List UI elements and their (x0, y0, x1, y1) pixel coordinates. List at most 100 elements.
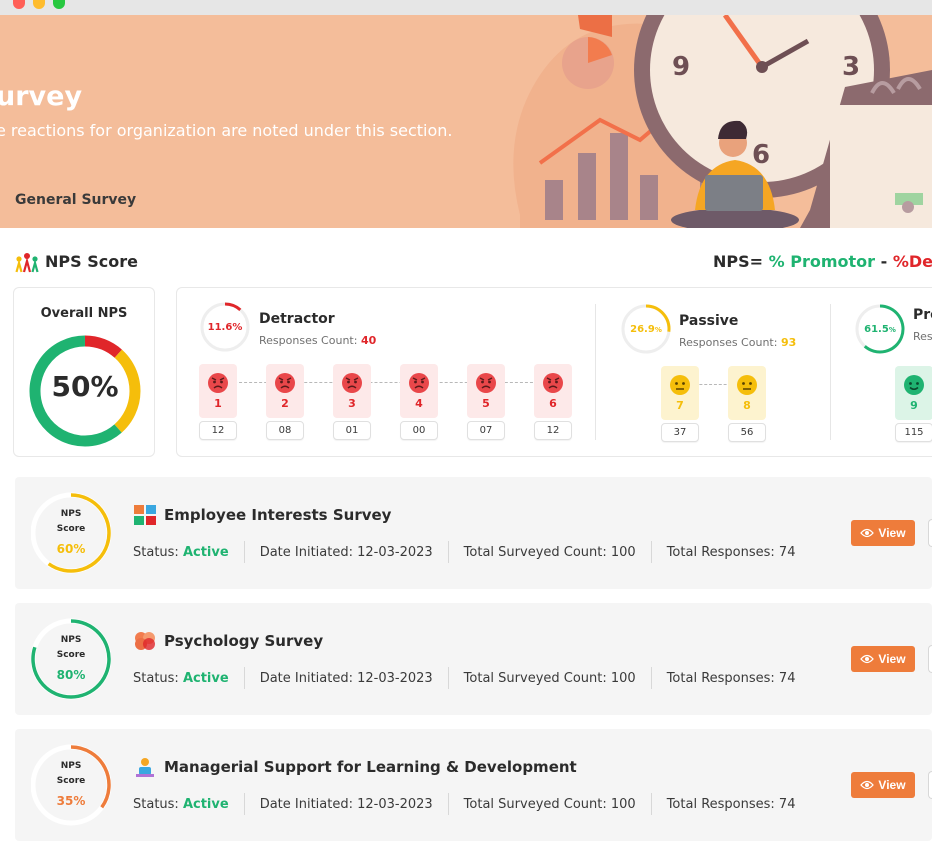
view-button-label: View (878, 652, 906, 666)
nps-label: NPS (60, 509, 82, 519)
overall-nps-label: Overall NPS (40, 306, 128, 321)
eye-icon (860, 528, 875, 538)
survey-card[interactable]: NPS Score 35% Managerial Support for Lea… (15, 729, 932, 841)
total-surveyed: Total Surveyed Count: 100 (463, 544, 636, 560)
formula-detractor: %Detra (892, 252, 932, 271)
view-button[interactable]: View (851, 772, 915, 798)
minimize-window-button[interactable] (33, 0, 45, 9)
divider (650, 541, 652, 563)
status-badge: Active (182, 670, 229, 686)
survey-score-value: 80% (56, 668, 86, 682)
survey-score-caption: NPS Score (31, 633, 111, 663)
banner-illustration: 9 3 6 (513, 15, 932, 228)
divider (243, 667, 245, 689)
score-6-count: 12 (534, 421, 572, 440)
divider (447, 541, 449, 563)
divider (243, 541, 245, 563)
neutral-face-icon (736, 374, 758, 396)
survey-score-caption: NPS Score (31, 759, 111, 789)
survey-score-value: 60% (56, 542, 86, 556)
total-surveyed: Total Surveyed Count: 100 (463, 796, 636, 812)
view-button[interactable]: View (851, 520, 915, 546)
status-badge: Active (182, 544, 229, 560)
score-4-label: 4 (415, 397, 423, 410)
formula-minus: - (880, 252, 888, 271)
clock-number-9: 9 (672, 52, 690, 82)
clock-number-3: 3 (842, 52, 860, 82)
view-button-label: View (878, 778, 906, 792)
passive-percent-value: 26.9 (630, 324, 655, 335)
more-options-button[interactable] (928, 771, 932, 799)
angry-face-icon (475, 372, 497, 394)
nps-score-title: NPS Score (45, 252, 138, 271)
overall-ring-detractor-arc (84, 335, 122, 358)
angry-face-icon (207, 372, 229, 394)
detractor-responses-count: Responses Count: 40 (259, 334, 376, 347)
score-label: Score (56, 650, 86, 660)
score-2-count: 08 (266, 421, 304, 440)
date-initiated: Date Initiated: 12-03-2023 (259, 544, 433, 560)
passive-title: Passive (679, 313, 739, 329)
brain-icon (135, 632, 155, 650)
passive-responses-count: Responses Count: 93 (679, 336, 796, 349)
overall-nps-card: Overall NPS 50% (13, 287, 155, 457)
total-responses: Total Responses: 74 (666, 670, 796, 686)
score-3-count: 01 (333, 421, 371, 440)
score-6-label: 6 (549, 397, 557, 410)
neutral-face-icon (669, 374, 691, 396)
score-1-label: 1 (214, 397, 222, 410)
breadcrumb[interactable]: General Survey (15, 192, 136, 208)
formula-equals: NPS= (713, 252, 764, 271)
survey-score-caption: NPS Score (31, 507, 111, 537)
status-label: Status: (133, 796, 179, 812)
people-group-icon (15, 253, 39, 273)
formula-promotor: % Promotor (768, 252, 876, 271)
detractor-title: Detractor (259, 311, 335, 327)
banner-subtitle: e reactions for organization are noted u… (0, 121, 453, 140)
more-options-button[interactable] (928, 519, 932, 547)
promoter-percent-unit: % (888, 326, 896, 334)
nps-label: NPS (60, 635, 82, 645)
divider (830, 304, 831, 440)
survey-card[interactable]: NPS Score 80% Psychology Survey Status: … (15, 603, 932, 715)
total-surveyed: Total Surveyed Count: 100 (463, 670, 636, 686)
score-7-label: 7 (676, 399, 684, 412)
promoter-title: Pro (913, 307, 932, 323)
divider (650, 667, 652, 689)
survey-title[interactable]: Psychology Survey (164, 632, 323, 650)
nps-score-header: NPS Score NPS= % Promotor - %Detra (15, 252, 932, 276)
survey-card[interactable]: NPS Score 60% Employee Interests Survey … (15, 477, 932, 589)
ring-progress-arc (224, 302, 242, 312)
passive-count-label: Responses Count: (679, 336, 778, 349)
status-label: Status: (133, 670, 179, 686)
maximize-window-button[interactable] (53, 0, 65, 9)
banner-title: urvey (0, 81, 83, 112)
view-button[interactable]: View (851, 646, 915, 672)
passive-percent-unit: % (654, 326, 662, 334)
score-9-count: 115 (895, 423, 932, 442)
score-8-count: 56 (728, 423, 766, 442)
eye-icon (860, 780, 875, 790)
more-options-button[interactable] (928, 645, 932, 673)
survey-meta: Status: Active Date Initiated: 12-03-202… (133, 793, 795, 815)
angry-face-icon (341, 372, 363, 394)
close-window-button[interactable] (13, 0, 25, 9)
score-7-count: 37 (661, 423, 699, 442)
score-label: Score (56, 776, 86, 786)
score-5-count: 07 (467, 421, 505, 440)
score-3-label: 3 (348, 397, 356, 410)
divider (595, 304, 596, 440)
eye-icon (860, 654, 875, 664)
happy-face-icon (903, 374, 925, 396)
mentor-icon (136, 758, 154, 777)
divider (243, 793, 245, 815)
angry-face-icon (274, 372, 296, 394)
survey-title[interactable]: Managerial Support for Learning & Develo… (164, 758, 577, 776)
survey-meta: Status: Active Date Initiated: 12-03-202… (133, 541, 795, 563)
passive-count-value: 93 (780, 336, 797, 349)
detractor-count-label: Responses Count: (259, 334, 358, 347)
total-responses: Total Responses: 74 (666, 544, 796, 560)
score-4-count: 00 (400, 421, 438, 440)
survey-title[interactable]: Employee Interests Survey (164, 506, 391, 524)
divider (447, 667, 449, 689)
